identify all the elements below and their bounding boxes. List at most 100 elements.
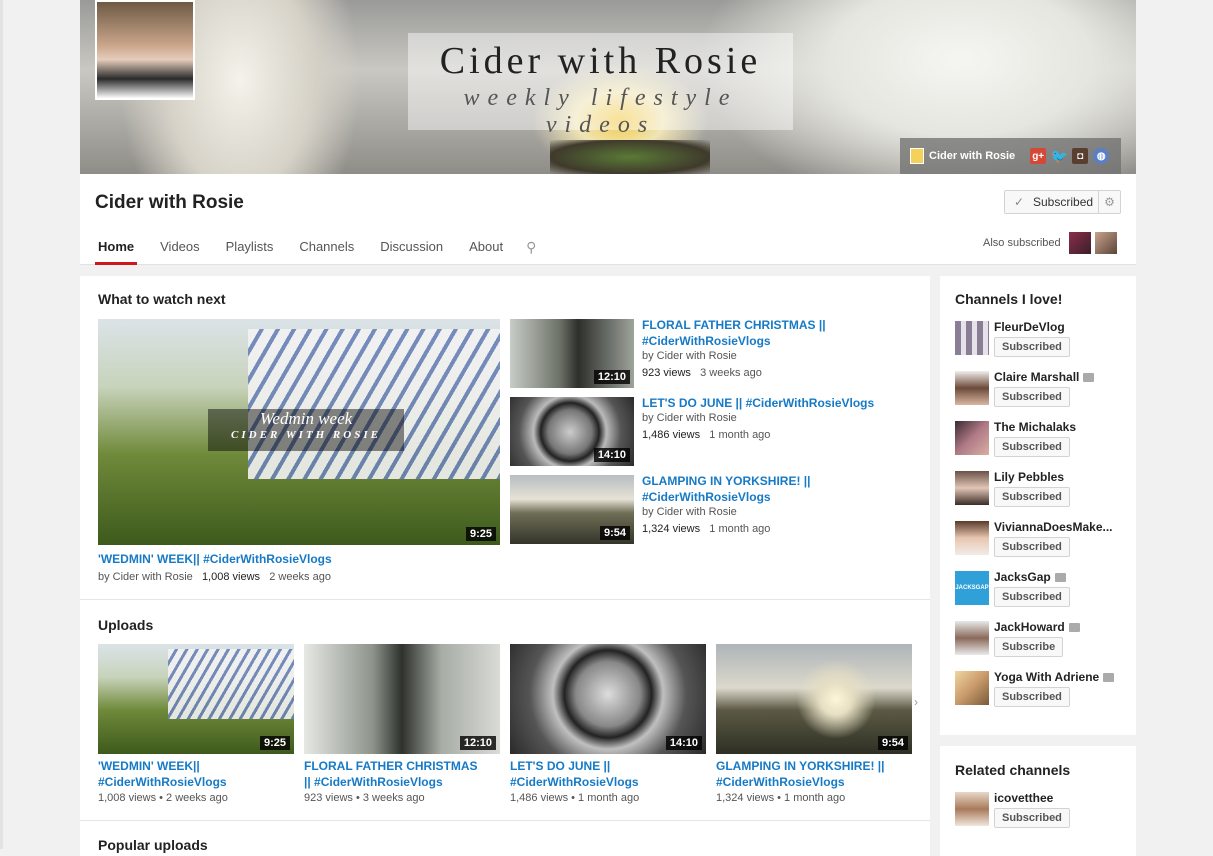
subscribed-button[interactable]: Subscribed xyxy=(994,487,1070,507)
channel-name[interactable]: ViviannaDoesMake... xyxy=(994,520,1113,534)
featured-video-title[interactable]: 'WEDMIN' WEEK|| #CiderWithRosieVlogs xyxy=(98,551,332,567)
avatar[interactable]: JACKSGAP xyxy=(955,571,989,605)
channel-name[interactable]: icovetthee xyxy=(994,791,1053,805)
window-edge xyxy=(0,0,3,849)
gear-icon[interactable]: ⚙ xyxy=(1098,191,1120,213)
video-title[interactable]: GLAMPING IN YORKSHIRE! || #CiderWithRosie… xyxy=(642,473,811,505)
video-title[interactable]: LET'S DO JUNE || #CiderWithRosieVlogs xyxy=(510,758,639,790)
subscribed-button[interactable]: Subscribed xyxy=(994,437,1070,457)
search-icon[interactable]: ⚲ xyxy=(516,232,546,265)
popular-uploads-title[interactable]: Popular uploads xyxy=(98,837,208,853)
website-globe-icon[interactable]: ◍ xyxy=(1093,148,1110,164)
video-title[interactable]: GLAMPING IN YORKSHIRE! || #CiderWithRosie… xyxy=(716,758,885,790)
channel-name[interactable]: Lily Pebbles xyxy=(994,470,1064,484)
video-thumbnail[interactable]: 14:10 xyxy=(510,644,706,754)
video-duration: 9:25 xyxy=(259,736,290,750)
section-divider xyxy=(80,820,930,821)
channel-link[interactable]: Cider with Rosie xyxy=(929,150,1015,162)
channel-name[interactable]: The Michalaks xyxy=(994,420,1076,434)
featured-video-thumbnail[interactable]: Wedmin week CIDER WITH ROSIE 9:25 xyxy=(98,319,500,545)
google-plus-icon[interactable]: g+ xyxy=(1030,148,1047,164)
subscribed-button[interactable]: Subscribed xyxy=(994,337,1070,357)
channel-name[interactable]: JackHoward xyxy=(994,620,1080,634)
also-subscribed-avatar[interactable] xyxy=(1069,232,1091,254)
channel-name[interactable]: Yoga With Adriene xyxy=(994,670,1115,684)
channel-link-icon[interactable] xyxy=(910,148,924,164)
verified-icon xyxy=(1083,373,1095,383)
channel-name[interactable]: Cider with Rosie xyxy=(95,192,244,214)
twitter-icon[interactable]: 🐦 xyxy=(1050,148,1067,164)
subscribed-button[interactable]: Subscribed xyxy=(994,587,1070,607)
tab-playlists[interactable]: Playlists xyxy=(213,232,287,265)
subscribed-button[interactable]: ✓ Subscribed ⚙ xyxy=(1004,190,1121,214)
avatar[interactable] xyxy=(955,621,989,655)
video-meta: 1,324 views 1 month ago xyxy=(642,521,770,537)
video-duration: 9:54 xyxy=(599,526,630,540)
video-thumbnail[interactable]: 12:10 xyxy=(304,644,500,754)
video-thumbnail[interactable]: 12:10 xyxy=(510,319,634,388)
video-meta: 1,324 views • 1 month ago xyxy=(716,792,846,804)
video-thumbnail[interactable]: 9:25 xyxy=(98,644,294,754)
channel-item: JackHoward Subscribe xyxy=(955,620,1125,665)
avatar[interactable] xyxy=(955,792,989,826)
video-thumbnail[interactable]: 14:10 xyxy=(510,397,634,466)
banner-photo-detail xyxy=(550,140,710,174)
video-title-line: FLORAL FATHER CHRISTMAS || xyxy=(642,318,826,332)
video-duration: 9:25 xyxy=(465,527,496,541)
channel-name[interactable]: FleurDeVlog xyxy=(994,320,1065,334)
channel-name-text: Yoga With Adriene xyxy=(994,670,1100,684)
video-title-line: 'WEDMIN' WEEK|| xyxy=(98,759,200,773)
overlay-line: CIDER WITH ROSIE xyxy=(231,429,381,441)
overlay-line: Wedmin week xyxy=(259,409,353,428)
video-thumbnail[interactable]: 9:54 xyxy=(510,475,634,544)
video-thumbnail[interactable]: 9:54 xyxy=(716,644,912,754)
video-views: 1,008 views xyxy=(201,571,261,583)
video-title-line: #CiderWithRosieVlogs xyxy=(716,775,845,789)
video-author[interactable]: by Cider with Rosie xyxy=(642,504,737,520)
chevron-right-icon[interactable]: › xyxy=(914,695,918,709)
channel-avatar[interactable] xyxy=(95,0,195,100)
also-subscribed-avatar[interactable] xyxy=(1095,232,1117,254)
avatar[interactable] xyxy=(955,671,989,705)
avatar[interactable] xyxy=(955,321,989,355)
related-channels-panel: Related channels icovetthee Subscribed xyxy=(940,746,1136,856)
channel-item: The Michalaks Subscribed xyxy=(955,420,1125,465)
instagram-icon[interactable]: ◘ xyxy=(1072,148,1089,164)
video-meta: 923 views 3 weeks ago xyxy=(642,365,762,381)
video-title-line: FLORAL FATHER CHRISTMAS xyxy=(304,759,478,773)
subscribed-button[interactable]: Subscribed xyxy=(994,387,1070,407)
avatar[interactable] xyxy=(955,521,989,555)
tab-videos[interactable]: Videos xyxy=(147,232,213,265)
video-title-line: || #CiderWithRosieVlogs xyxy=(304,775,443,789)
video-duration: 14:10 xyxy=(665,736,702,750)
avatar[interactable] xyxy=(955,371,989,405)
subscribed-button[interactable]: Subscribed xyxy=(994,687,1070,707)
video-author[interactable]: by Cider with Rosie xyxy=(642,348,737,364)
video-views: 1,486 views xyxy=(642,429,701,441)
video-duration: 14:10 xyxy=(593,448,630,462)
video-title-line: #CiderWithRosieVlogs xyxy=(98,775,227,789)
video-author[interactable]: by Cider with Rosie xyxy=(98,571,193,583)
video-age: 1 month ago xyxy=(709,523,771,535)
banner-subtitle: weekly lifestyle videos xyxy=(463,85,738,138)
video-title-line: #CiderWithRosieVlogs xyxy=(642,334,771,348)
tab-about[interactable]: About xyxy=(456,232,516,265)
tab-home[interactable]: Home xyxy=(95,232,138,265)
subscribed-button[interactable]: Subscribed xyxy=(994,537,1070,557)
avatar[interactable] xyxy=(955,421,989,455)
uploads-title[interactable]: Uploads xyxy=(98,617,153,633)
video-duration: 12:10 xyxy=(593,370,630,384)
video-title[interactable]: FLORAL FATHER CHRISTMAS || #CiderWithRosi… xyxy=(304,758,478,790)
subscribed-button[interactable]: Subscribed xyxy=(994,808,1070,828)
video-author[interactable]: by Cider with Rosie xyxy=(642,410,737,426)
subscribe-button[interactable]: Subscribe xyxy=(994,637,1064,657)
video-title[interactable]: 'WEDMIN' WEEK|| #CiderWithRosieVlogs xyxy=(98,758,227,790)
video-title[interactable]: LET'S DO JUNE || #CiderWithRosieVlogs xyxy=(642,395,874,411)
tab-channels[interactable]: Channels xyxy=(286,232,367,265)
channel-name[interactable]: Claire Marshall xyxy=(994,370,1095,384)
avatar[interactable] xyxy=(955,471,989,505)
tab-discussion[interactable]: Discussion xyxy=(367,232,456,265)
video-title[interactable]: FLORAL FATHER CHRISTMAS || #CiderWithRosi… xyxy=(642,317,826,349)
banner-links: Cider with Rosie g+ 🐦 ◘ ◍ xyxy=(900,138,1121,174)
channel-name[interactable]: JacksGap xyxy=(994,570,1066,584)
